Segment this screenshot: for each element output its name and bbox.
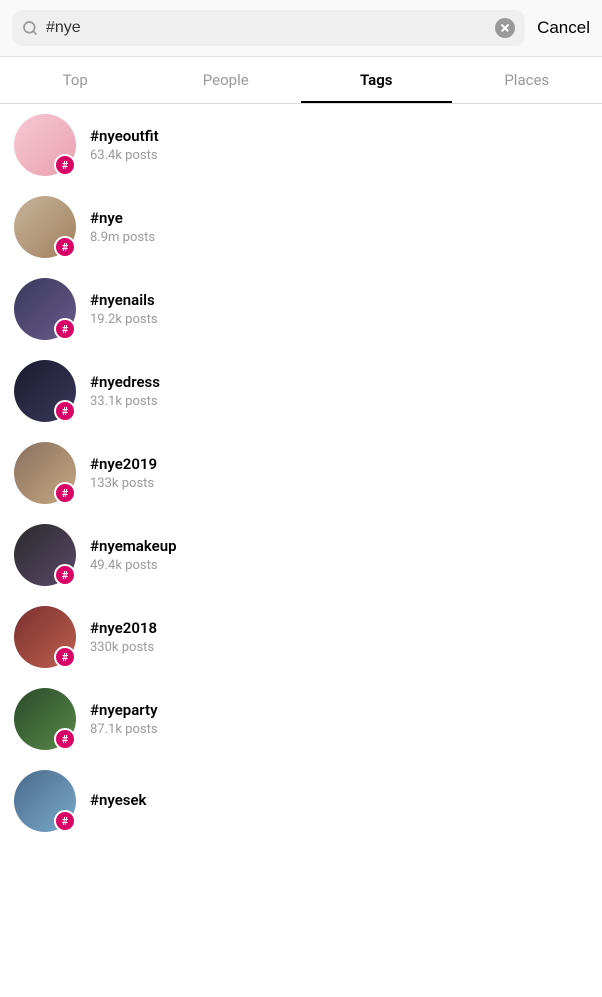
tab-tags[interactable]: Tags	[301, 57, 452, 103]
tab-people[interactable]: People	[151, 57, 302, 103]
result-text: #nye2018 330k posts	[90, 619, 157, 655]
result-text: #nye 8.9m posts	[90, 209, 155, 245]
result-sub: 87.1k posts	[90, 722, 158, 737]
avatar-wrapper: #	[14, 196, 76, 258]
result-sub: 330k posts	[90, 640, 157, 655]
result-name: #nye2018	[90, 619, 157, 637]
avatar-wrapper: #	[14, 442, 76, 504]
tab-top[interactable]: Top	[0, 57, 151, 103]
avatar-wrapper: #	[14, 524, 76, 586]
avatar-wrapper: #	[14, 688, 76, 750]
search-bar: Cancel	[0, 0, 602, 57]
result-sub: 8.9m posts	[90, 230, 155, 245]
hashtag-badge: #	[54, 154, 76, 176]
hashtag-badge: #	[54, 482, 76, 504]
result-text: #nye2019 133k posts	[90, 455, 157, 491]
hashtag-badge: #	[54, 646, 76, 668]
result-text: #nyeoutfit 63.4k posts	[90, 127, 159, 163]
list-item[interactable]: # #nye 8.9m posts	[0, 186, 602, 268]
hashtag-badge: #	[54, 728, 76, 750]
hashtag-badge: #	[54, 318, 76, 340]
list-item[interactable]: # #nyenails 19.2k posts	[0, 268, 602, 350]
list-item[interactable]: # #nye2019 133k posts	[0, 432, 602, 514]
list-item[interactable]: # #nyesek	[0, 760, 602, 842]
result-name: #nye2019	[90, 455, 157, 473]
avatar-wrapper: #	[14, 606, 76, 668]
result-name: #nye	[90, 209, 155, 227]
result-sub: 19.2k posts	[90, 312, 158, 327]
tab-places[interactable]: Places	[452, 57, 602, 103]
hashtag-badge: #	[54, 236, 76, 258]
result-text: #nyemakeup 49.4k posts	[90, 537, 177, 573]
avatar-wrapper: #	[14, 360, 76, 422]
avatar-wrapper: #	[14, 770, 76, 832]
result-name: #nyesek	[90, 791, 146, 809]
result-name: #nyenails	[90, 291, 158, 309]
search-input-wrapper	[12, 10, 525, 46]
list-item[interactable]: # #nyemakeup 49.4k posts	[0, 514, 602, 596]
result-name: #nyedress	[90, 373, 160, 391]
result-sub: 33.1k posts	[90, 394, 160, 409]
result-sub: 63.4k posts	[90, 148, 159, 163]
list-item[interactable]: # #nyeparty 87.1k posts	[0, 678, 602, 760]
search-icon	[22, 20, 38, 36]
result-name: #nyeoutfit	[90, 127, 159, 145]
hashtag-badge: #	[54, 400, 76, 422]
search-input[interactable]	[46, 19, 495, 37]
avatar-wrapper: #	[14, 114, 76, 176]
hashtag-badge: #	[54, 564, 76, 586]
result-text: #nyeparty 87.1k posts	[90, 701, 158, 737]
result-sub: 49.4k posts	[90, 558, 177, 573]
hashtag-badge: #	[54, 810, 76, 832]
list-item[interactable]: # #nyedress 33.1k posts	[0, 350, 602, 432]
tabs-container: Top People Tags Places	[0, 57, 602, 104]
result-name: #nyeparty	[90, 701, 158, 719]
result-name: #nyemakeup	[90, 537, 177, 555]
result-text: #nyenails 19.2k posts	[90, 291, 158, 327]
cancel-button[interactable]: Cancel	[537, 18, 590, 38]
result-text: #nyedress 33.1k posts	[90, 373, 160, 409]
results-list: # #nyeoutfit 63.4k posts # #nye 8.9m pos…	[0, 104, 602, 842]
list-item[interactable]: # #nyeoutfit 63.4k posts	[0, 104, 602, 186]
result-text: #nyesek	[90, 791, 146, 812]
avatar-wrapper: #	[14, 278, 76, 340]
list-item[interactable]: # #nye2018 330k posts	[0, 596, 602, 678]
result-sub: 133k posts	[90, 476, 157, 491]
clear-search-button[interactable]	[495, 18, 515, 38]
